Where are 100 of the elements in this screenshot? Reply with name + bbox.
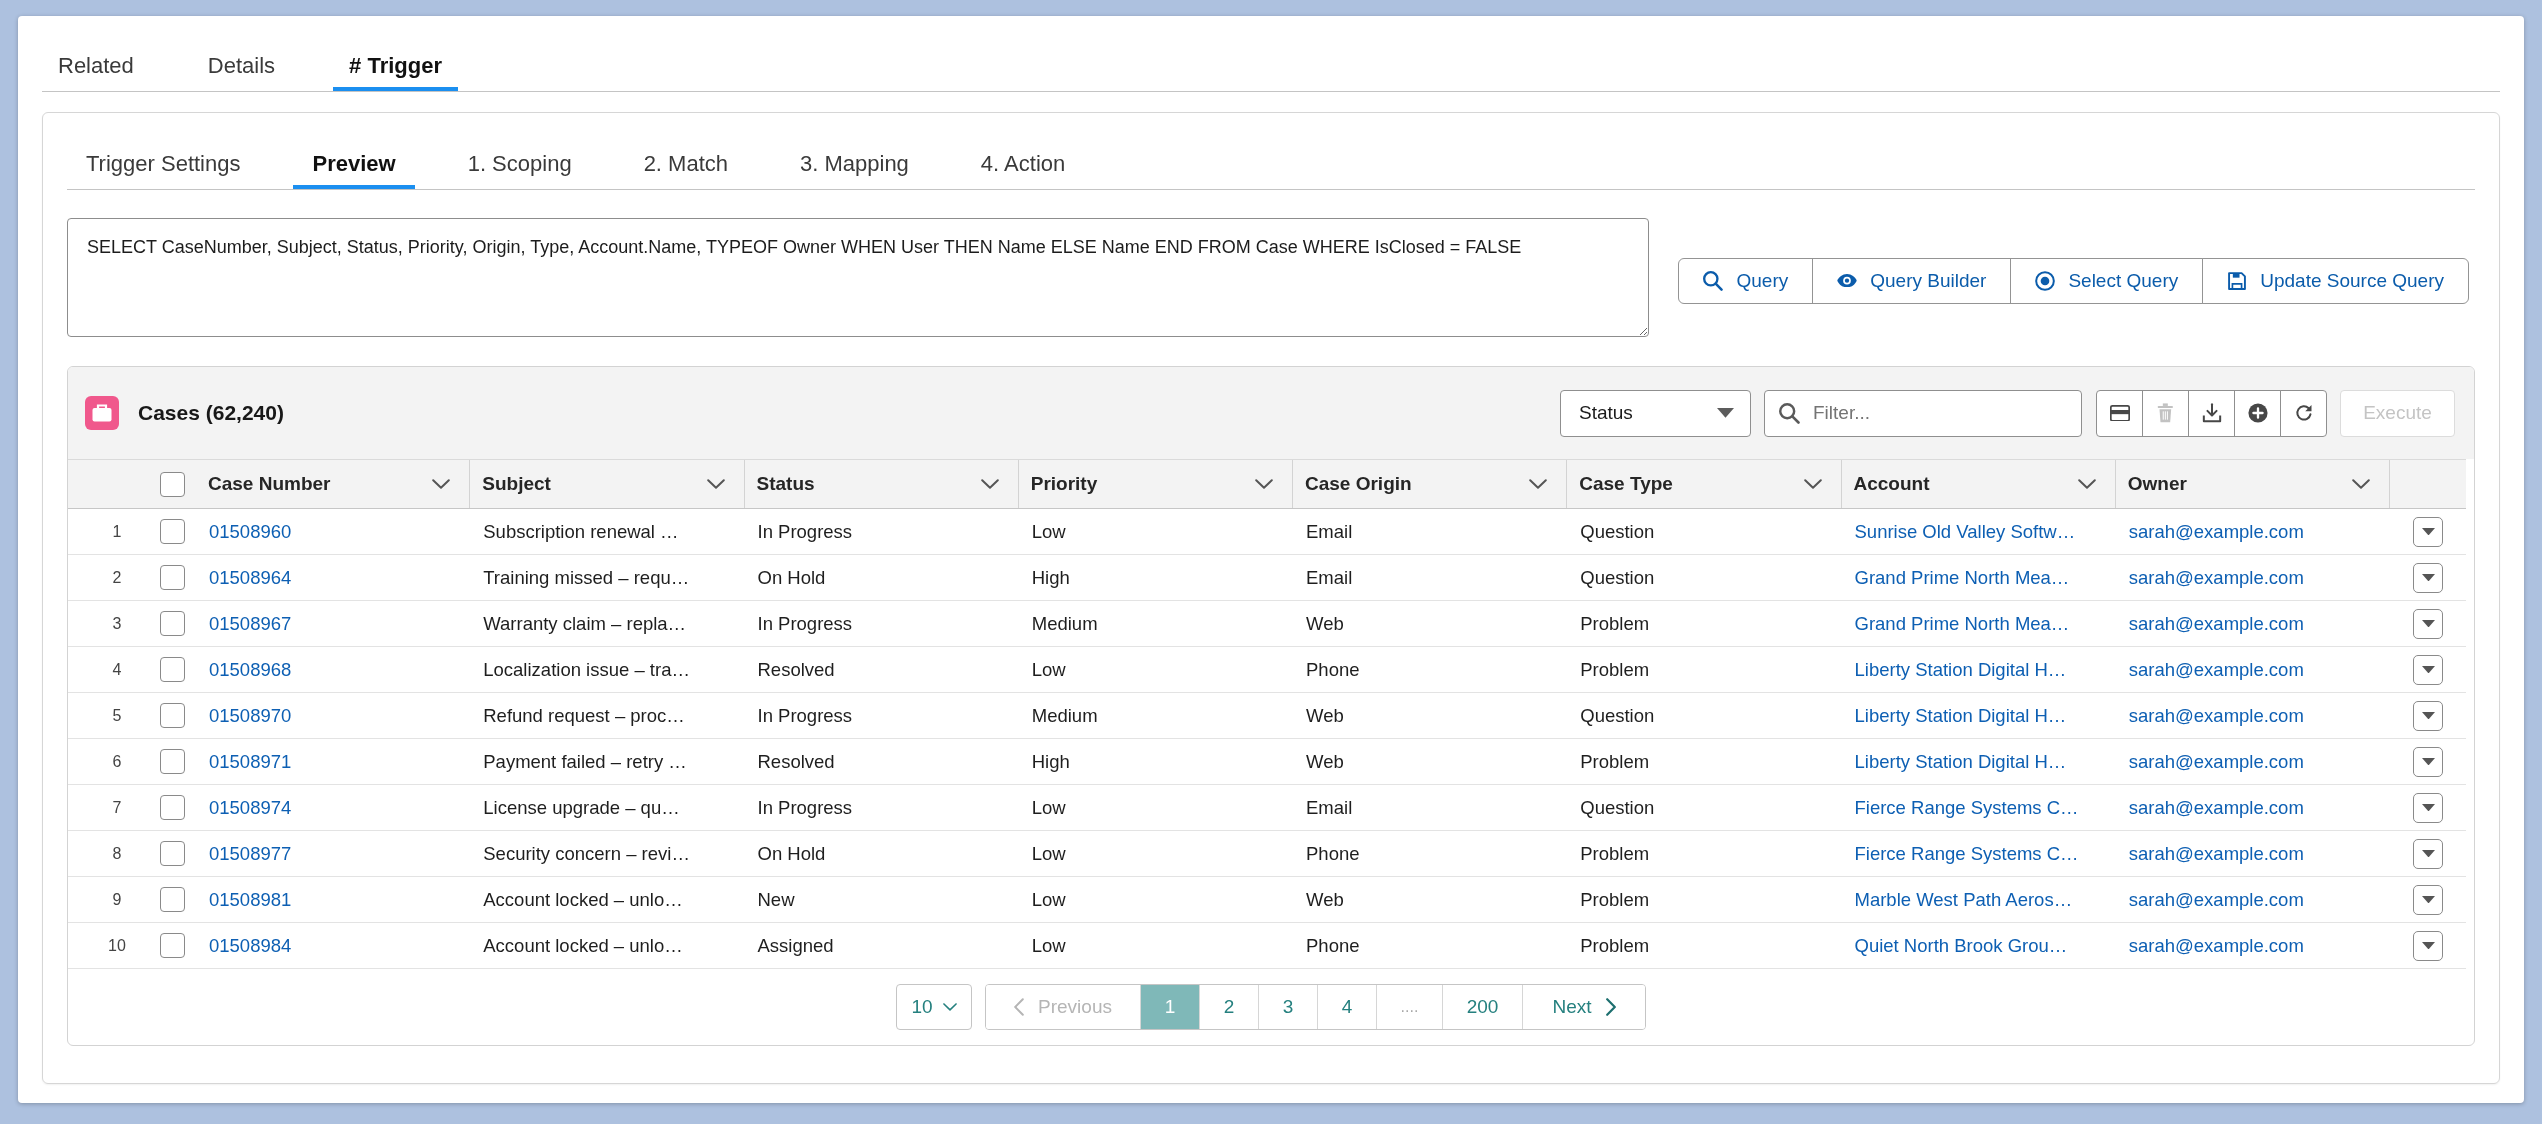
column-header[interactable]: Case Type: [1579, 473, 1673, 495]
table-link[interactable]: sarah@example.com: [2128, 750, 2304, 773]
row-checkbox[interactable]: [159, 749, 185, 774]
table-link[interactable]: 01508981: [209, 888, 292, 911]
tab[interactable]: 1. Scoping: [448, 138, 591, 189]
toolbar-button[interactable]: [2280, 389, 2327, 437]
toolbar-button[interactable]: [2096, 389, 2143, 437]
table-cell-text: Assigned: [756, 933, 835, 958]
tab[interactable]: Trigger Settings: [67, 138, 260, 189]
row-checkbox[interactable]: [159, 887, 185, 912]
caret-down-icon: [2421, 757, 2435, 766]
table-link[interactable]: sarah@example.com: [2128, 520, 2304, 543]
chevron-down-icon[interactable]: [1255, 479, 1273, 489]
chevron-down-icon[interactable]: [432, 479, 451, 489]
table-link[interactable]: Liberty Station Digital H…: [1854, 750, 2067, 773]
table-link[interactable]: 01508970: [209, 704, 292, 727]
table-link[interactable]: sarah@example.com: [2128, 934, 2304, 957]
table-link[interactable]: 01508964: [209, 566, 292, 589]
row-checkbox[interactable]: [159, 795, 185, 820]
row-checkbox[interactable]: [159, 703, 185, 728]
query-button[interactable]: Update Source Query: [2202, 257, 2469, 304]
table-cell-text: Subscription renewal …: [482, 519, 680, 544]
chevron-down-icon[interactable]: [2077, 479, 2096, 489]
chevron-down-icon[interactable]: [980, 479, 999, 489]
row-checkbox[interactable]: [159, 611, 185, 636]
table-link[interactable]: sarah@example.com: [2128, 796, 2304, 819]
row-actions-button[interactable]: [2413, 884, 2443, 915]
row-actions-button[interactable]: [2413, 608, 2443, 639]
table-link[interactable]: Fierce Range Systems C…: [1854, 796, 2079, 819]
table-link[interactable]: Sunrise Old Valley Softw…: [1854, 520, 2076, 543]
chevron-down-icon[interactable]: [706, 479, 725, 489]
column-header[interactable]: Priority: [1030, 473, 1098, 495]
column-header[interactable]: Subject: [482, 473, 551, 495]
row-actions-button[interactable]: [2413, 562, 2443, 593]
toolbar-button[interactable]: [2188, 389, 2235, 437]
row-actions-button[interactable]: [2413, 700, 2443, 731]
caret-down-icon: [2421, 803, 2435, 812]
row-checkbox[interactable]: [159, 841, 185, 866]
search-icon: [1703, 270, 1724, 291]
row-checkbox[interactable]: [159, 657, 185, 682]
caret-down-icon: [2421, 895, 2435, 904]
query-button[interactable]: Query Builder: [1812, 257, 2012, 304]
table-link[interactable]: Grand Prime North Mea…: [1854, 566, 2070, 589]
caret-down-icon: [2421, 665, 2435, 674]
table-link[interactable]: sarah@example.com: [2128, 888, 2304, 911]
status-dropdown[interactable]: Status: [1560, 389, 1751, 437]
column-header[interactable]: Owner: [2127, 473, 2187, 495]
table-cell-text: In Progress: [756, 703, 854, 728]
table-link[interactable]: Marble West Path Aeros…: [1854, 888, 2073, 911]
table-link[interactable]: 01508984: [209, 934, 292, 957]
query-field[interactable]: SELECT CaseNumber, Subject, Status, Priority, Origin, Type, Account.Name, TYPEOF Owner WHEN User THEN Name ELSE Name END FROM Case WHERE IsClosed = FALSE: [67, 218, 1650, 337]
column-header[interactable]: Status: [756, 473, 815, 495]
tab[interactable]: Related: [42, 40, 150, 91]
toolbar-button[interactable]: [2234, 389, 2281, 437]
chevron-down-icon[interactable]: [2352, 479, 2370, 489]
row-actions-button[interactable]: [2413, 516, 2443, 547]
table-link[interactable]: 01508967: [209, 612, 292, 635]
table-link[interactable]: sarah@example.com: [2128, 658, 2304, 681]
page-size-dropdown[interactable]: 10: [896, 984, 972, 1030]
table-link[interactable]: 01508960: [209, 520, 292, 543]
select-all-checkbox[interactable]: [159, 471, 185, 497]
tab[interactable]: 3. Mapping: [781, 138, 928, 189]
next-button[interactable]: Next: [1522, 985, 1645, 1029]
column-header[interactable]: Case Number: [208, 473, 331, 495]
row-actions-button[interactable]: [2413, 746, 2443, 777]
table-link[interactable]: Quiet North Brook Grou…: [1854, 934, 2068, 957]
tab[interactable]: # Trigger: [333, 40, 458, 91]
table-link[interactable]: Liberty Station Digital H…: [1854, 658, 2067, 681]
row-actions-button[interactable]: [2413, 792, 2443, 823]
table-link[interactable]: sarah@example.com: [2128, 842, 2304, 865]
table-link[interactable]: 01508977: [209, 842, 292, 865]
row-actions-button[interactable]: [2413, 654, 2443, 685]
table-cell-text: Low: [1030, 657, 1067, 682]
table-link[interactable]: Liberty Station Digital H…: [1854, 704, 2067, 727]
save-icon: [2227, 270, 2248, 291]
query-button[interactable]: Select Query: [2010, 257, 2204, 304]
table-link[interactable]: sarah@example.com: [2128, 704, 2304, 727]
table-link[interactable]: 01508971: [209, 750, 292, 773]
filter-field[interactable]: Filter...: [1764, 389, 2082, 437]
tab[interactable]: 4. Action: [961, 138, 1085, 189]
table-link[interactable]: Grand Prime North Mea…: [1854, 612, 2070, 635]
row-actions-button[interactable]: [2413, 838, 2443, 869]
column-header[interactable]: Case Origin: [1305, 473, 1412, 495]
table-link[interactable]: sarah@example.com: [2128, 566, 2304, 589]
column-header[interactable]: Account: [1853, 473, 1930, 495]
chevron-down-icon[interactable]: [1803, 479, 1822, 489]
table-cell-text: In Progress: [756, 795, 854, 820]
row-checkbox[interactable]: [159, 565, 185, 590]
row-checkbox[interactable]: [159, 933, 185, 958]
query-button[interactable]: Query: [1678, 257, 1814, 304]
tab[interactable]: 2. Match: [624, 138, 747, 189]
chevron-down-icon[interactable]: [1529, 479, 1548, 489]
table-link[interactable]: Fierce Range Systems C…: [1854, 842, 2079, 865]
row-actions-button[interactable]: [2413, 930, 2443, 961]
tab[interactable]: Preview: [293, 138, 415, 189]
table-link[interactable]: 01508974: [209, 796, 292, 819]
row-checkbox[interactable]: [159, 519, 185, 544]
table-link[interactable]: sarah@example.com: [2128, 612, 2304, 635]
table-link[interactable]: 01508968: [209, 658, 292, 681]
tab[interactable]: Details: [191, 40, 292, 91]
